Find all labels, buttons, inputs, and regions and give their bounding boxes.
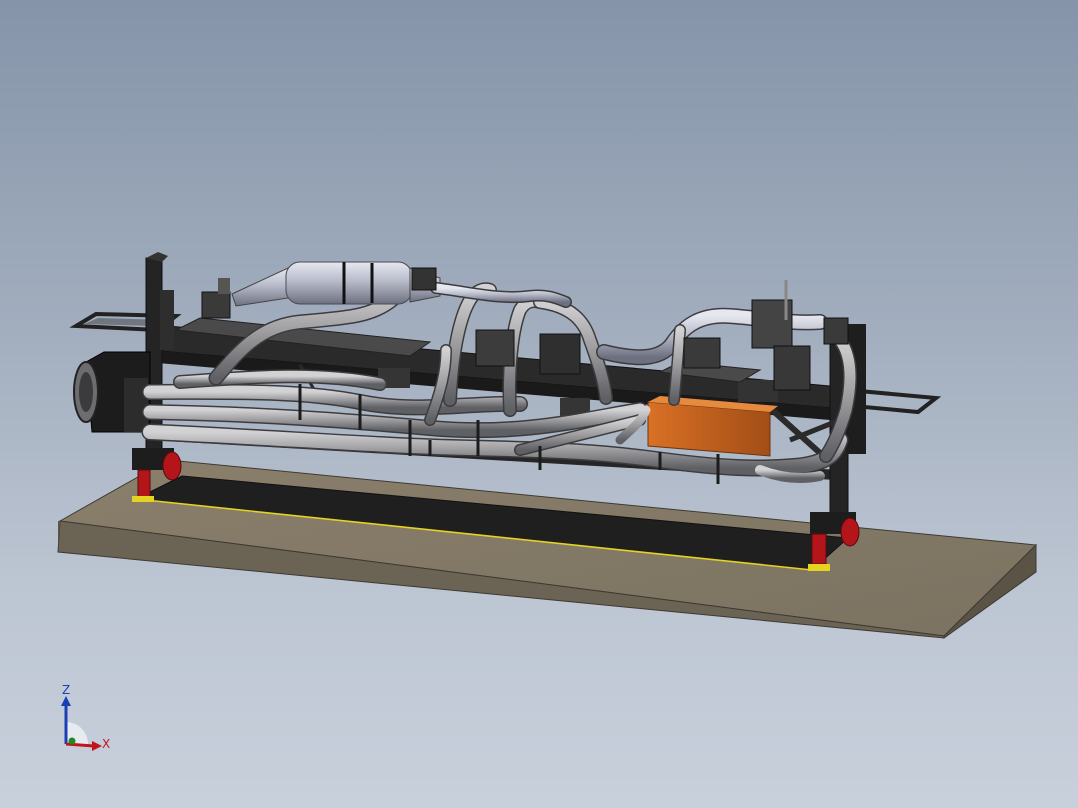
z-axis-label: Z xyxy=(62,683,71,697)
exhaust-test-rig-model[interactable] xyxy=(0,0,1078,808)
view-orientation-triad[interactable]: Z X xyxy=(52,683,122,756)
x-axis-label: X xyxy=(102,737,111,751)
cad-3d-viewport[interactable]: Z X xyxy=(0,0,1078,808)
x-axis-arrow-icon xyxy=(65,742,95,748)
catalytic-converter xyxy=(231,261,572,308)
y-axis-dot-icon xyxy=(68,737,76,745)
intake-hood xyxy=(73,351,151,433)
orange-box xyxy=(647,396,778,457)
